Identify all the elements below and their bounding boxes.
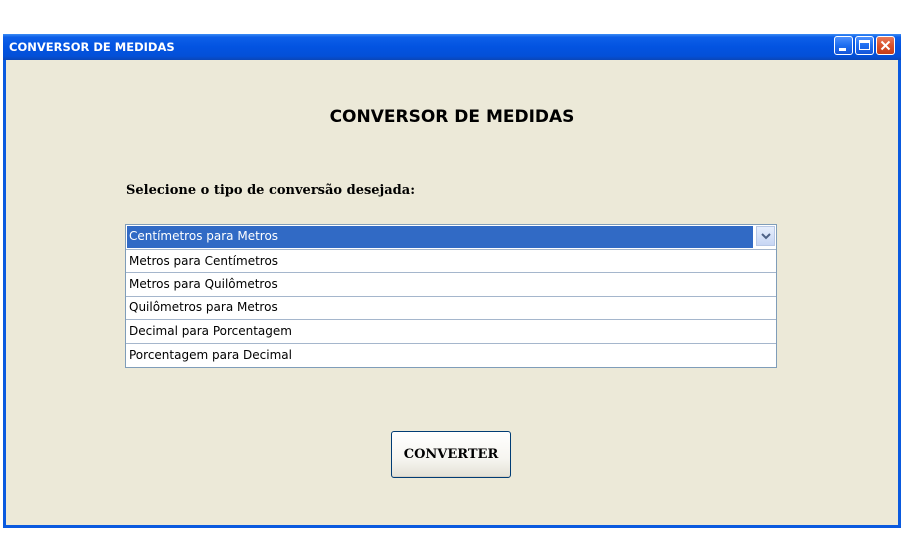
list-item[interactable]: Metros para Quilômetros [126,273,776,297]
page-title: CONVERSOR DE MEDIDAS [329,107,575,127]
window-title: CONVERSOR DE MEDIDAS [9,40,175,54]
minimize-icon [839,48,846,51]
list-item[interactable]: Metros para Centímetros [126,249,776,273]
list-item[interactable]: Porcentagem para Decimal [126,344,776,368]
window-frame-bottom [3,525,901,528]
maximize-icon [859,40,870,50]
list-item-selected[interactable]: Centímetros para Metros [127,226,753,248]
window-frame-left [3,60,6,528]
close-button[interactable] [876,36,895,55]
conversion-type-list[interactable]: Centímetros para Metros Metros para Cent… [125,224,777,368]
close-icon [880,40,891,51]
maximize-button[interactable] [855,36,874,55]
title-bar[interactable]: CONVERSOR DE MEDIDAS [3,34,901,60]
dropdown-button[interactable] [756,226,775,246]
chevron-down-icon [761,233,771,240]
list-item[interactable]: Quilômetros para Metros [126,296,776,320]
minimize-button[interactable] [834,36,853,55]
list-item[interactable]: Decimal para Porcentagem [126,320,776,344]
convert-button[interactable]: CONVERTER [391,431,511,478]
window-frame-right [898,60,901,528]
conversion-prompt-label: Selecione o tipo de conversão desejada: [126,183,415,198]
